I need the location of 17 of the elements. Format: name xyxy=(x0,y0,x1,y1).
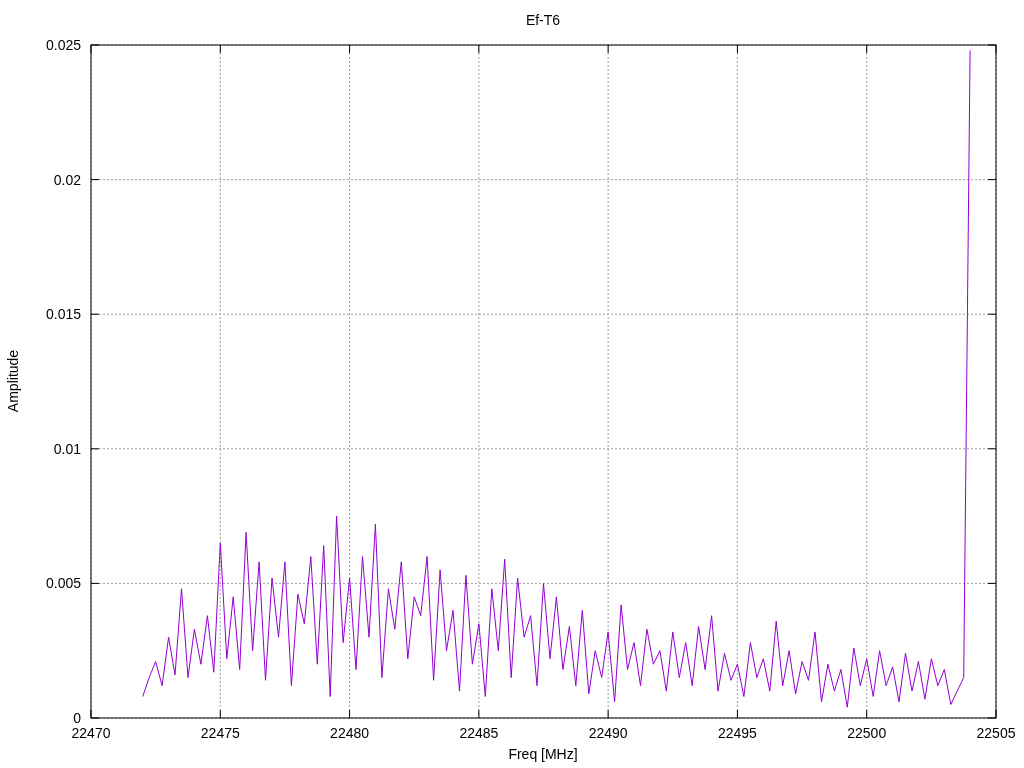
x-tick-label: 22495 xyxy=(717,725,757,741)
x-tick-label: 22485 xyxy=(459,725,499,741)
chart-title: Ef-T6 xyxy=(525,12,561,28)
x-tick-label: 22480 xyxy=(330,725,370,741)
y-tick-label: 0.02 xyxy=(53,171,81,188)
x-tick-label: 22470 xyxy=(71,725,111,741)
y-tick-label: 0.025 xyxy=(45,37,81,53)
x-tick-label: 22500 xyxy=(847,725,887,741)
x-tick-label: 22475 xyxy=(200,725,240,741)
x-tick-label: 22490 xyxy=(588,725,628,741)
y-axis-label: Amplitude xyxy=(5,349,21,413)
y-tick-label: 0.015 xyxy=(45,306,81,323)
y-tick-label: 0.01 xyxy=(53,440,81,457)
x-axis-label: Freq [MHz] xyxy=(508,746,578,762)
y-tick-label: 0 xyxy=(73,710,81,726)
y-tick-label: 0.005 xyxy=(45,575,81,592)
x-tick-label: 22505 xyxy=(976,725,1016,741)
